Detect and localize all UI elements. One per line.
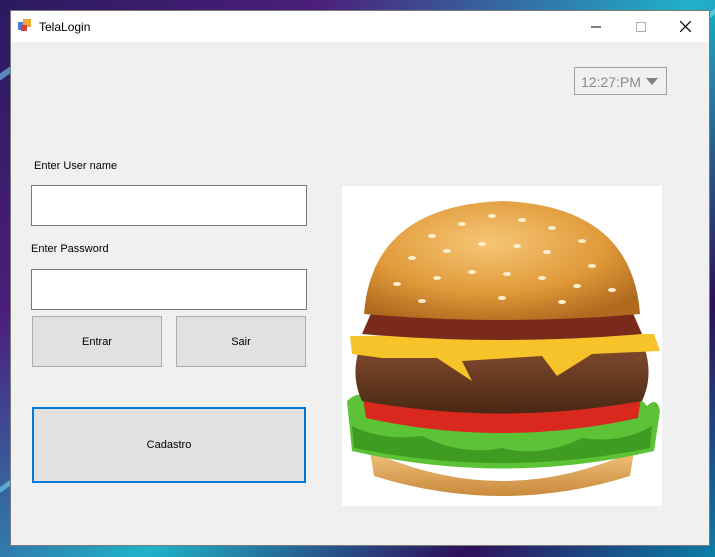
enter-button[interactable]: Entrar <box>32 316 162 367</box>
burger-illustration <box>347 201 660 496</box>
time-value: 12:27:PM <box>581 74 641 90</box>
window-content: 12:27:PM Enter User name Enter Password … <box>11 42 709 545</box>
minimize-button[interactable] <box>573 11 618 42</box>
close-icon <box>680 21 691 32</box>
time-picker[interactable]: 12:27:PM <box>574 67 667 95</box>
app-icon <box>18 19 31 31</box>
burger-image <box>342 186 662 506</box>
title-bar[interactable]: TelaLogin <box>11 11 709 42</box>
exit-button[interactable]: Sair <box>176 316 306 367</box>
maximize-icon <box>635 21 646 32</box>
password-label: Enter Password <box>31 243 109 255</box>
register-button[interactable]: Cadastro <box>32 407 306 483</box>
close-button[interactable] <box>663 11 708 42</box>
window-title: TelaLogin <box>39 20 91 34</box>
username-input[interactable] <box>31 185 307 226</box>
maximize-button[interactable] <box>618 11 663 42</box>
minimize-icon <box>590 26 601 27</box>
login-window: TelaLogin 12:27:PM Enter User name Enter… <box>10 10 710 546</box>
dropdown-arrow-icon[interactable] <box>646 78 658 85</box>
password-input[interactable] <box>31 269 307 310</box>
username-label: Enter User name <box>34 160 118 172</box>
